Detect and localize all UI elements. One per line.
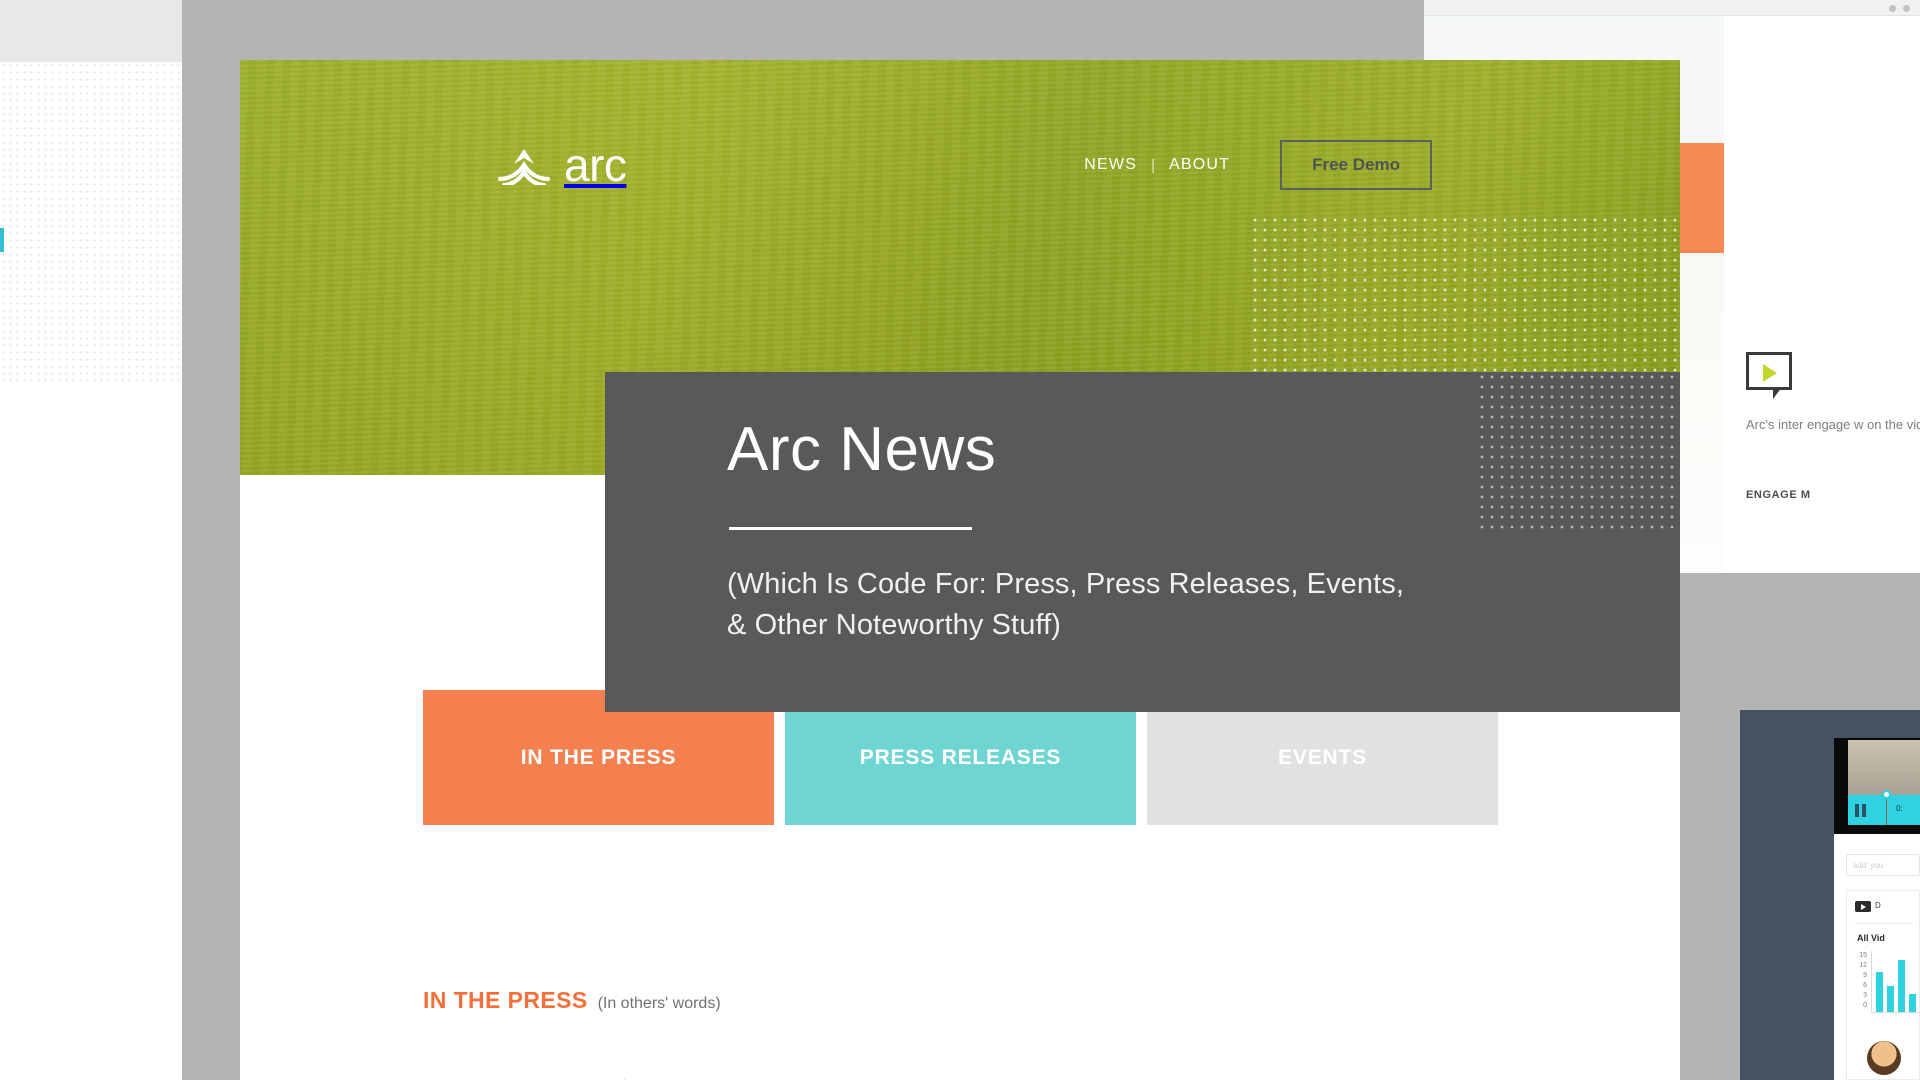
card-divider xyxy=(1855,923,1913,924)
section-title: IN THE PRESS xyxy=(423,987,588,1013)
hero-headline-panel: Arc News (Which Is Code For: Press, Pres… xyxy=(605,372,1680,712)
logo-wordmark: arc xyxy=(564,139,627,191)
background-right-cta[interactable]: ENGAGE M xyxy=(1746,489,1811,501)
header-nav: NEWS | ABOUT Free Demo xyxy=(1070,140,1432,190)
free-demo-button[interactable]: Free Demo xyxy=(1280,140,1432,190)
arc-bridge-logo-icon xyxy=(497,145,551,188)
video-timestamp: 0: xyxy=(1896,804,1903,813)
page-subtitle-line-2: & Other Noteworthy Stuff) xyxy=(727,609,1061,641)
page-subtitle: (Which Is Code For: Press, Press Release… xyxy=(727,564,1404,646)
background-window-right-titlebar xyxy=(1424,0,1920,16)
page-title: Arc News xyxy=(727,415,997,484)
page-subtitle-line-1: (Which Is Code For: Press, Press Release… xyxy=(727,568,1405,600)
window-dot-icon xyxy=(1903,5,1910,12)
chart-title: All Vid xyxy=(1857,933,1885,943)
section-divider xyxy=(402,1031,1517,1034)
video-player[interactable]: 0: xyxy=(1834,738,1920,834)
avatar xyxy=(1867,1041,1901,1075)
scrubber-handle[interactable] xyxy=(1882,790,1891,799)
video-chat-icon xyxy=(1746,352,1792,399)
video-analytics-card: D All Vid 15 12 9 6 3 0 xyxy=(1846,890,1920,1080)
scrubber-line xyxy=(1886,795,1887,825)
background-window-left-titlebar xyxy=(0,0,182,62)
section-subtitle: (In others' words) xyxy=(597,995,721,1012)
youtube-icon xyxy=(1855,901,1871,912)
play-triangle-icon xyxy=(1763,364,1777,382)
background-right-body: Arc's inter engage w on the vid xyxy=(1746,417,1920,432)
window-dot-icon xyxy=(1889,5,1896,12)
nav-item-about[interactable]: ABOUT xyxy=(1155,156,1244,174)
background-accent-bar xyxy=(0,228,4,252)
logo-link[interactable]: arc xyxy=(497,139,627,191)
pause-icon[interactable] xyxy=(1855,804,1866,817)
video-search-input[interactable]: add' you xyxy=(1846,854,1920,876)
background-video-panel: 0: add' you D All Vid 15 12 9 6 3 0 xyxy=(1834,738,1920,1080)
title-underline xyxy=(729,527,972,530)
headline-dot-overlay xyxy=(1477,372,1680,535)
chart-bars xyxy=(1871,951,1919,1013)
background-right-panel: Arc's inter engage w on the vid ENGAGE M xyxy=(1724,16,1920,573)
background-dot-pattern xyxy=(0,62,182,382)
video-controls[interactable]: 0: xyxy=(1848,790,1920,825)
site-header: arc NEWS | ABOUT Free Demo xyxy=(240,60,1680,190)
arc-news-page: arc NEWS | ABOUT Free Demo Arc News (Whi… xyxy=(240,60,1680,1080)
video-source-label: D xyxy=(1875,901,1881,910)
press-list-item[interactable]: INDEPENDENT RETAILER Can Retail Win the … xyxy=(423,1060,1541,1080)
section-header: IN THE PRESS (In others' words) xyxy=(423,987,721,1014)
video-frame xyxy=(1848,740,1920,795)
chart-y-axis: 15 12 9 6 3 0 xyxy=(1859,952,1867,1009)
background-window-left[interactable] xyxy=(0,0,182,1080)
background-window-video[interactable]: 0: add' you D All Vid 15 12 9 6 3 0 xyxy=(1740,710,1920,1080)
nav-item-news[interactable]: NEWS xyxy=(1070,156,1151,174)
